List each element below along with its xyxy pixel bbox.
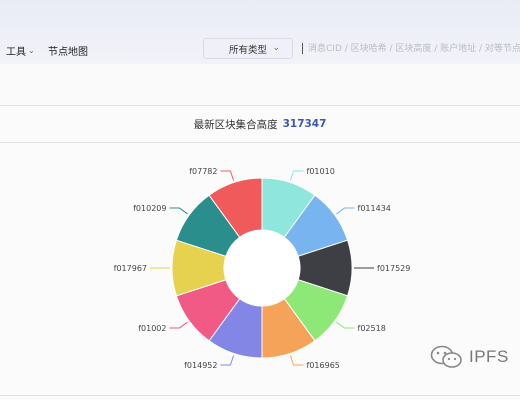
type-select-value: 所有类型 — [229, 44, 268, 56]
slice-label-f016965: f016965 — [307, 361, 340, 370]
chevron-down-icon: ⌄ — [28, 46, 35, 55]
slice-label-f010209: f010209 — [133, 204, 166, 213]
leader-line-f01002 — [169, 321, 188, 329]
slice-label-f02518: f02518 — [358, 324, 386, 333]
slice-label-f07782: f07782 — [189, 167, 217, 176]
leader-line-f010209 — [169, 207, 188, 215]
node-map-label: 节点地图 — [48, 47, 88, 58]
slice-label-f01002: f01002 — [138, 324, 166, 333]
search-input[interactable] — [308, 38, 520, 59]
search-cursor-divider — [302, 43, 303, 54]
wechat-icon — [430, 345, 462, 368]
donut-center-hole — [224, 230, 300, 306]
slice-label-f01010: f01010 — [307, 167, 335, 176]
slice-label-f014952: f014952 — [184, 361, 217, 370]
node-map-link[interactable]: 节点地图 — [48, 43, 88, 58]
leader-line-f014952 — [220, 355, 235, 366]
content-spacer — [0, 64, 520, 106]
slice-label-f017967: f017967 — [114, 264, 147, 273]
slice-label-f017529: f017529 — [377, 264, 410, 273]
tools-menu-label: 工具 — [6, 47, 26, 58]
card-bottom-border — [0, 395, 520, 396]
leader-line-f011434 — [336, 207, 355, 215]
tools-menu[interactable]: 工具 ⌄ — [6, 43, 35, 58]
wechat-watermark: IPFS — [430, 345, 509, 369]
top-navigation-bar: 工具 ⌄ 节点地图 所有类型 ⌄ — [0, 0, 520, 64]
leader-line-f07782 — [220, 170, 235, 181]
leader-line-f01010 — [289, 170, 304, 181]
chevron-down-icon: ⌄ — [272, 43, 280, 53]
slice-label-f011434: f011434 — [358, 204, 391, 213]
leader-line-f016965 — [289, 355, 304, 366]
leader-line-f02518 — [336, 321, 355, 329]
type-select[interactable]: 所有类型 ⌄ — [203, 38, 293, 59]
watermark-text: IPFS — [469, 347, 509, 366]
